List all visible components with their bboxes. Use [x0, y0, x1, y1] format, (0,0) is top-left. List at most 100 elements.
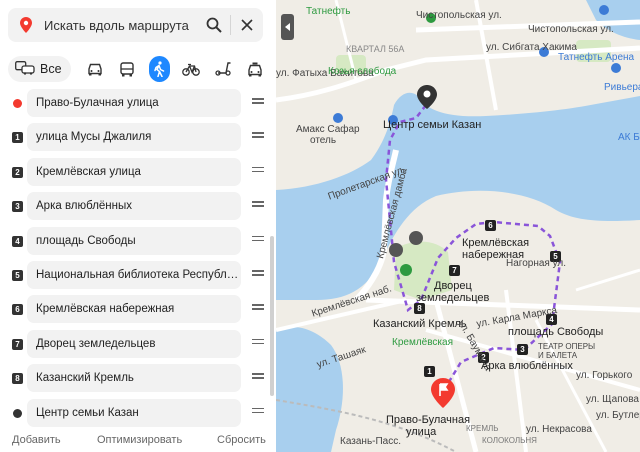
drag-handle-icon[interactable] — [252, 132, 264, 142]
map-label: отель — [310, 135, 337, 146]
multimodal-icon — [15, 60, 35, 78]
map-label: ул. Бутлерова — [596, 410, 640, 421]
route-point-input[interactable]: Арка влюблённых — [27, 192, 241, 221]
drag-handle-icon[interactable] — [252, 166, 264, 177]
walk-icon[interactable] — [148, 56, 170, 82]
add-point-link[interactable]: Добавить — [12, 434, 61, 446]
route-point-input[interactable]: Национальная библиотека Республики Татар… — [27, 261, 241, 289]
scooter-icon[interactable] — [213, 56, 234, 82]
map-label: ТЕАТР ОПЕРЫ — [538, 342, 596, 351]
route-point[interactable]: 6 Кремлёвская набережная — [0, 295, 275, 324]
map-label: КВАРТАЛ 56А — [346, 44, 405, 54]
waypoint-marker: 1 — [12, 132, 23, 144]
route-point-end[interactable]: Центр семьи Казан — [0, 398, 275, 427]
map-label: улица — [406, 426, 437, 438]
route-actions: Добавить Оптимизировать Сбросить — [0, 434, 270, 450]
map-label: Казанский Кремль — [373, 318, 467, 330]
map-label: ул. Горького — [576, 370, 633, 381]
route-search-bar[interactable]: Искать вдоль маршрута — [8, 8, 263, 42]
map-label: Татнефть — [306, 6, 351, 17]
waypoint-marker: 8 — [12, 373, 23, 385]
map-view[interactable]: 1 2 3 4 5 6 7 8 Татнефть Чистопольская у… — [276, 0, 640, 452]
route-point[interactable]: 3 Арка влюблённых — [0, 192, 275, 221]
map-waypoint-6[interactable]: 6 — [485, 220, 496, 231]
drag-handle-icon[interactable] — [252, 407, 264, 418]
map-label: земледельцев — [416, 292, 490, 304]
sidebar-scrollbar[interactable] — [270, 236, 274, 396]
end-marker — [13, 408, 22, 418]
map-label: Кремлёвская — [462, 237, 530, 249]
route-point[interactable]: 1 улица Мусы Джалиля — [0, 123, 275, 152]
drag-handle-icon[interactable] — [252, 338, 264, 349]
map-label: И БАЛЕТА — [538, 351, 578, 360]
location-pin-icon — [8, 17, 44, 33]
waypoint-marker: 2 — [12, 166, 23, 178]
map-label: Дворец — [434, 280, 472, 292]
drag-handle-icon[interactable] — [252, 304, 264, 314]
map-label: ул. Щапова — [586, 394, 639, 405]
map-label: Кремлёвская — [392, 337, 453, 348]
map-label: Право-Булачная — [386, 414, 471, 426]
map-label: Амакс Сафар — [296, 124, 360, 135]
route-point-input[interactable]: Право-Булачная улица — [27, 89, 241, 117]
mode-all-label: Все — [40, 62, 62, 76]
car-icon[interactable] — [85, 56, 106, 82]
waypoint-marker: 5 — [12, 270, 23, 281]
bus-icon[interactable] — [117, 56, 138, 82]
route-point-input[interactable]: улица Мусы Джалиля — [27, 123, 241, 152]
map-label: Казань-Пасс. — [340, 436, 402, 447]
optimize-route-link[interactable]: Оптимизировать — [97, 434, 182, 446]
map-label: АК Барс — [618, 132, 640, 143]
bicycle-icon[interactable] — [181, 56, 202, 82]
map-label: Козья слобода — [328, 66, 397, 77]
drag-handle-icon[interactable] — [252, 270, 264, 280]
destination-marker-icon[interactable] — [417, 85, 437, 109]
drag-handle-icon[interactable] — [252, 373, 264, 383]
route-point[interactable]: 2 Кремлёвская улица — [0, 157, 275, 186]
map-label: Нагорная ул. — [506, 258, 567, 269]
route-point-input[interactable]: Центр семьи Казан — [27, 398, 241, 427]
drag-handle-icon[interactable] — [252, 201, 264, 211]
start-flag-marker-icon[interactable] — [431, 378, 455, 408]
start-marker — [13, 99, 22, 108]
map-label: Чистопольская ул. — [416, 10, 502, 21]
map-waypoint-7[interactable]: 7 — [449, 265, 460, 276]
map-label: Чистопольская ул. — [528, 24, 614, 35]
mode-all-button[interactable]: Все — [8, 56, 71, 82]
waypoint-marker: 7 — [12, 338, 23, 350]
waypoint-marker: 3 — [12, 201, 23, 213]
drag-handle-icon[interactable] — [252, 98, 264, 108]
chevron-left-icon — [284, 23, 290, 31]
waypoint-marker: 4 — [12, 235, 23, 247]
route-point-input[interactable]: Кремлёвская набережная — [27, 295, 241, 324]
map-label: КРЕМЛЬ — [466, 424, 499, 433]
map-waypoint-3[interactable]: 3 — [517, 344, 528, 355]
route-point[interactable]: 7 Дворец земледельцев — [0, 329, 275, 358]
taxi-icon[interactable] — [245, 56, 266, 82]
route-point[interactable]: 5 Национальная библиотека Республики Тат… — [0, 261, 275, 289]
route-sidebar: Искать вдоль маршрута Все Право-Булачная… — [0, 0, 275, 452]
map-waypoint-1[interactable]: 1 — [424, 366, 435, 377]
route-point-start[interactable]: Право-Булачная улица — [0, 89, 275, 117]
collapse-sidebar-button[interactable] — [281, 14, 294, 40]
route-point-input[interactable]: Казанский Кремль — [27, 364, 241, 393]
transport-mode-bar: Все — [8, 56, 266, 82]
map-label: Арка влюблённых — [481, 360, 573, 372]
route-point[interactable]: 4 площадь Свободы — [0, 226, 275, 255]
map-label: площадь Свободы — [508, 326, 604, 338]
route-point-input[interactable]: площадь Свободы — [27, 226, 241, 255]
search-input[interactable]: Искать вдоль маршрута — [44, 18, 198, 33]
route-point[interactable]: 8 Казанский Кремль — [0, 364, 275, 393]
drag-handle-icon[interactable] — [252, 235, 264, 246]
search-icon[interactable] — [198, 8, 230, 42]
map-label: Татнефть Арена — [558, 52, 635, 63]
waypoint-marker: 6 — [12, 304, 23, 316]
map-label: Центр семьи Казан — [383, 119, 482, 131]
route-point-input[interactable]: Кремлёвская улица — [27, 157, 241, 186]
reset-route-link[interactable]: Сбросить — [217, 434, 266, 446]
close-icon[interactable] — [231, 8, 263, 42]
map-label: ул. Некрасова — [526, 424, 592, 435]
map-waypoint-8[interactable]: 8 — [414, 303, 425, 314]
map-label: КОЛОКОЛЬНЯ — [482, 436, 537, 445]
route-point-input[interactable]: Дворец земледельцев — [27, 329, 241, 358]
